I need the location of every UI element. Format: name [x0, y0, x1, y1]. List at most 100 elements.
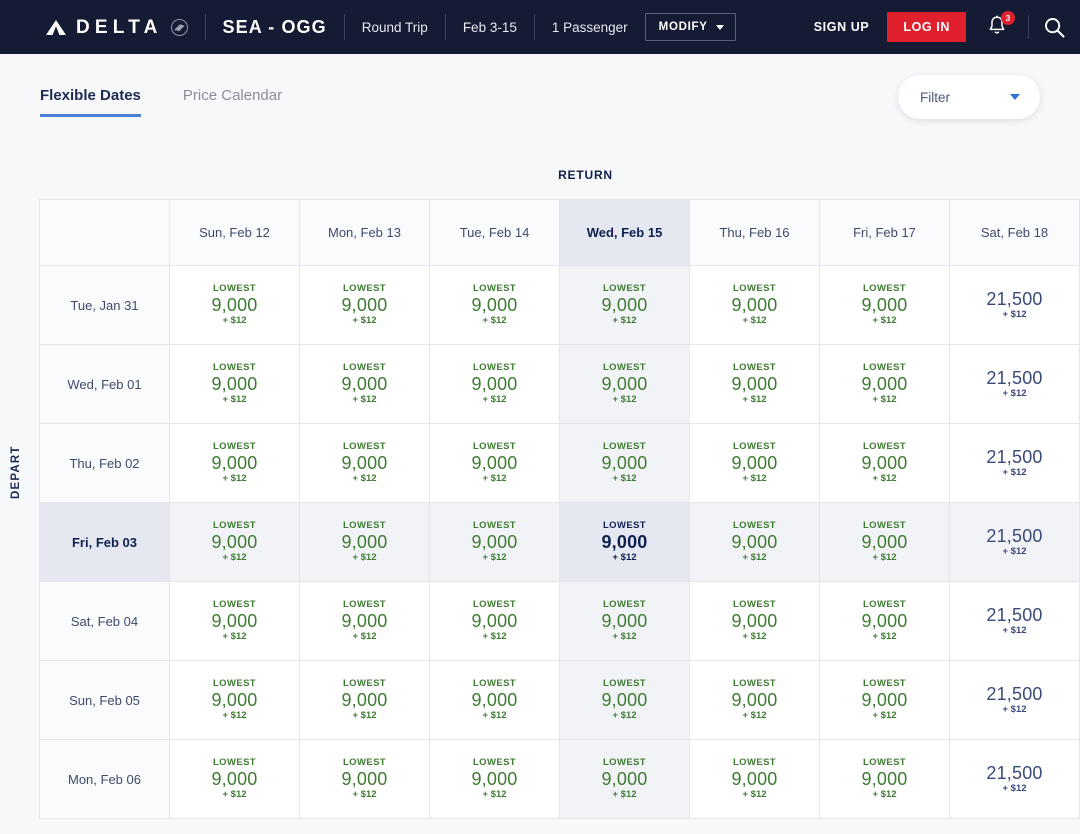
header-divider: [534, 14, 535, 40]
column-header-5[interactable]: Thu, Feb 16: [690, 200, 820, 266]
row-header-2[interactable]: Wed, Feb 01: [40, 345, 170, 424]
fare-cell[interactable]: LOWEST9,000+ $12: [560, 345, 690, 424]
lowest-fare-tag: LOWEST: [343, 363, 386, 373]
row-header-6[interactable]: Sun, Feb 05: [40, 661, 170, 740]
column-header-2[interactable]: Mon, Feb 13: [300, 200, 430, 266]
fare-cell[interactable]: LOWEST9,000+ $12: [430, 582, 560, 661]
fare-tax: + $12: [482, 711, 506, 721]
fare-cell[interactable]: LOWEST9,000+ $12: [560, 503, 690, 582]
tab-price-calendar[interactable]: Price Calendar: [183, 77, 282, 117]
fare-price: 9,000: [601, 691, 647, 710]
fare-cell[interactable]: LOWEST9,000+ $12: [560, 661, 690, 740]
column-header-7[interactable]: Sat, Feb 18: [950, 200, 1080, 266]
column-header-3[interactable]: Tue, Feb 14: [430, 200, 560, 266]
lowest-fare-tag: LOWEST: [733, 363, 776, 373]
fare-cell[interactable]: LOWEST9,000+ $12: [820, 503, 950, 582]
fare-cell[interactable]: LOWEST9,000+ $12: [300, 582, 430, 661]
row-header-1[interactable]: Tue, Jan 31: [40, 266, 170, 345]
column-header-6[interactable]: Fri, Feb 17: [820, 200, 950, 266]
column-header-1[interactable]: Sun, Feb 12: [170, 200, 300, 266]
fare-tax: + $12: [482, 632, 506, 642]
lowest-fare-tag: LOWEST: [863, 758, 906, 768]
fare-cell[interactable]: LOWEST9,000+ $12: [170, 661, 300, 740]
fare-cell[interactable]: LOWEST9,000+ $12: [820, 582, 950, 661]
fare-tax: + $12: [612, 474, 636, 484]
fare-cell[interactable]: 21,500+ $12: [950, 661, 1080, 740]
fare-cell[interactable]: LOWEST9,000+ $12: [560, 266, 690, 345]
column-header-4[interactable]: Wed, Feb 15: [560, 200, 690, 266]
modify-button[interactable]: MODIFY: [645, 13, 736, 41]
fare-cell-content: LOWEST9,000+ $12: [170, 363, 299, 406]
fare-cell[interactable]: LOWEST9,000+ $12: [300, 424, 430, 503]
fare-cell[interactable]: LOWEST9,000+ $12: [430, 661, 560, 740]
fare-cell[interactable]: LOWEST9,000+ $12: [430, 424, 560, 503]
fare-cell[interactable]: LOWEST9,000+ $12: [690, 503, 820, 582]
fare-cell[interactable]: LOWEST9,000+ $12: [820, 740, 950, 819]
filter-dropdown[interactable]: Filter: [898, 75, 1040, 119]
row-header-5[interactable]: Sat, Feb 04: [40, 582, 170, 661]
fare-tax: + $12: [1002, 547, 1026, 557]
fare-cell[interactable]: LOWEST9,000+ $12: [430, 740, 560, 819]
fare-cell[interactable]: LOWEST9,000+ $12: [560, 740, 690, 819]
fare-tax: + $12: [482, 474, 506, 484]
fare-cell[interactable]: LOWEST9,000+ $12: [170, 424, 300, 503]
notifications-button[interactable]: 3: [986, 14, 1010, 40]
fare-tax: + $12: [872, 711, 896, 721]
row-header-3[interactable]: Thu, Feb 02: [40, 424, 170, 503]
delta-logo[interactable]: DELTA: [45, 18, 188, 37]
fare-cell[interactable]: 21,500+ $12: [950, 424, 1080, 503]
fare-cell[interactable]: LOWEST9,000+ $12: [170, 503, 300, 582]
fare-cell[interactable]: LOWEST9,000+ $12: [820, 661, 950, 740]
fare-price: 9,000: [211, 533, 257, 552]
fare-cell[interactable]: LOWEST9,000+ $12: [690, 424, 820, 503]
fare-cell-content: LOWEST9,000+ $12: [560, 442, 689, 485]
fare-cell[interactable]: LOWEST9,000+ $12: [560, 424, 690, 503]
fare-cell[interactable]: LOWEST9,000+ $12: [300, 661, 430, 740]
tab-bar: Flexible Dates Price Calendar Filter: [0, 54, 1080, 140]
lowest-fare-tag: LOWEST: [733, 521, 776, 531]
fare-cell[interactable]: LOWEST9,000+ $12: [690, 582, 820, 661]
lowest-fare-tag: LOWEST: [863, 363, 906, 373]
fare-cell-content: 21,500+ $12: [950, 369, 1079, 400]
sign-up-button[interactable]: SIGN UP: [800, 20, 884, 34]
fare-cell[interactable]: LOWEST9,000+ $12: [300, 345, 430, 424]
fare-cell[interactable]: LOWEST9,000+ $12: [690, 345, 820, 424]
search-button[interactable]: [1043, 16, 1066, 39]
lowest-fare-tag: LOWEST: [343, 679, 386, 689]
fare-cell[interactable]: LOWEST9,000+ $12: [690, 661, 820, 740]
fare-cell[interactable]: LOWEST9,000+ $12: [820, 345, 950, 424]
log-in-button[interactable]: LOG IN: [887, 12, 966, 42]
fare-tax: + $12: [352, 711, 376, 721]
fare-cell[interactable]: LOWEST9,000+ $12: [820, 424, 950, 503]
table-row: Tue, Jan 31LOWEST9,000+ $12LOWEST9,000+ …: [40, 266, 1080, 345]
lowest-fare-tag: LOWEST: [473, 284, 516, 294]
lowest-fare-tag: LOWEST: [733, 600, 776, 610]
fare-cell[interactable]: LOWEST9,000+ $12: [820, 266, 950, 345]
fare-tax: + $12: [482, 553, 506, 563]
tab-flexible-dates[interactable]: Flexible Dates: [40, 77, 141, 117]
fare-cell-content: LOWEST9,000+ $12: [560, 679, 689, 722]
lowest-fare-tag: LOWEST: [343, 600, 386, 610]
fare-cell[interactable]: LOWEST9,000+ $12: [430, 503, 560, 582]
fare-cell-content: LOWEST9,000+ $12: [170, 600, 299, 643]
fare-cell[interactable]: LOWEST9,000+ $12: [300, 266, 430, 345]
fare-cell[interactable]: 21,500+ $12: [950, 503, 1080, 582]
fare-cell[interactable]: 21,500+ $12: [950, 582, 1080, 661]
fare-cell[interactable]: LOWEST9,000+ $12: [300, 740, 430, 819]
fare-cell[interactable]: 21,500+ $12: [950, 345, 1080, 424]
fare-cell[interactable]: LOWEST9,000+ $12: [430, 345, 560, 424]
fare-cell[interactable]: LOWEST9,000+ $12: [690, 740, 820, 819]
fare-cell[interactable]: 21,500+ $12: [950, 266, 1080, 345]
fare-cell[interactable]: LOWEST9,000+ $12: [560, 582, 690, 661]
fare-cell[interactable]: LOWEST9,000+ $12: [170, 266, 300, 345]
fare-cell[interactable]: LOWEST9,000+ $12: [170, 740, 300, 819]
fare-price: 9,000: [211, 375, 257, 394]
fare-cell[interactable]: LOWEST9,000+ $12: [170, 582, 300, 661]
fare-cell[interactable]: 21,500+ $12: [950, 740, 1080, 819]
fare-cell[interactable]: LOWEST9,000+ $12: [690, 266, 820, 345]
row-header-7[interactable]: Mon, Feb 06: [40, 740, 170, 819]
fare-cell[interactable]: LOWEST9,000+ $12: [170, 345, 300, 424]
row-header-4[interactable]: Fri, Feb 03: [40, 503, 170, 582]
fare-cell[interactable]: LOWEST9,000+ $12: [300, 503, 430, 582]
fare-cell[interactable]: LOWEST9,000+ $12: [430, 266, 560, 345]
